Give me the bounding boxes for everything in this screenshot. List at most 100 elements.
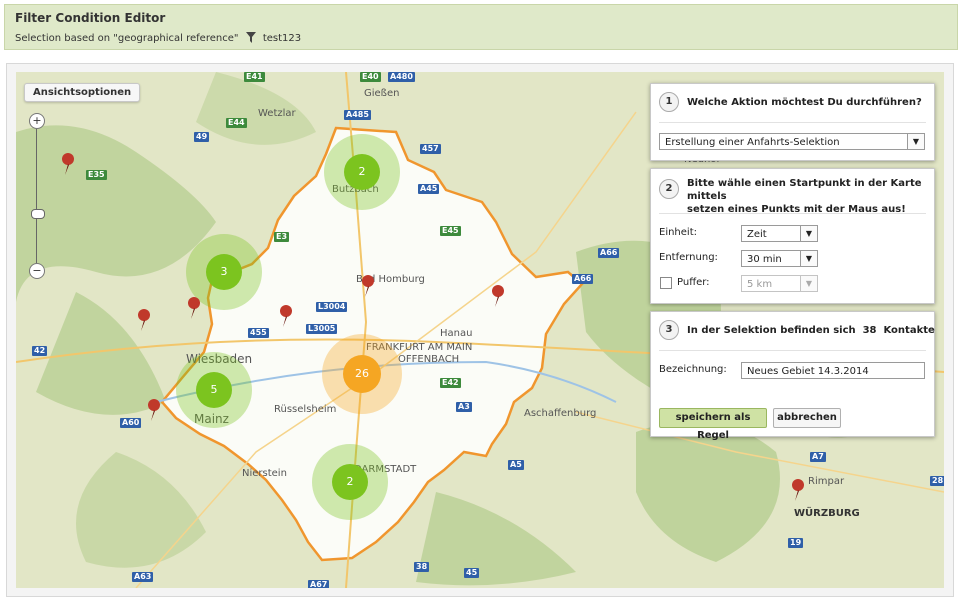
road-shield: E44 <box>226 118 247 128</box>
road-shield: A480 <box>388 72 415 82</box>
editor-subtitle: Selection based on "geographical referen… <box>15 32 301 46</box>
filter-name: test123 <box>262 33 302 44</box>
zoom-slider-handle[interactable] <box>31 209 45 219</box>
divider <box>659 213 926 214</box>
place-label: WÜRZBURG <box>794 508 860 519</box>
step-number: 1 <box>659 92 679 112</box>
road-shield: A63 <box>132 572 154 582</box>
road-shield: 42 <box>32 346 48 356</box>
place-label: Nierstein <box>242 468 287 479</box>
place-label: Aschaffenburg <box>524 408 597 419</box>
unit-label: Einheit: <box>659 227 697 238</box>
road-shield: 455 <box>248 328 269 338</box>
filter-icon <box>245 32 256 46</box>
unit-select-value: Zeit <box>747 229 767 240</box>
action-panel-title: Welche Aktion möchtest Du durchführen? <box>687 97 922 108</box>
view-options-button[interactable]: Ansichtsoptionen <box>24 83 141 102</box>
divider <box>659 122 926 123</box>
buffer-select[interactable]: 5 km ▼ <box>741 275 818 292</box>
chevron-down-icon: ▼ <box>800 251 817 266</box>
chevron-down-icon: ▼ <box>800 226 817 241</box>
place-label: Gießen <box>364 88 400 99</box>
startpoint-panel-title: Bitte wähle einen Startpunkt in der Kart… <box>687 177 934 216</box>
map-pin-icon[interactable] <box>186 296 202 320</box>
road-shield: E3 <box>274 232 290 242</box>
road-shield: E45 <box>440 226 461 236</box>
divider <box>659 350 926 351</box>
cancel-button[interactable]: abbrechen <box>773 408 841 428</box>
selection-count-text: In der Selektion befinden sich 38 Kontak… <box>687 325 935 336</box>
road-shield: E41 <box>244 72 265 82</box>
action-select-value: Erstellung einer Anfahrts-Selektion <box>665 137 840 148</box>
road-shield: A485 <box>344 110 371 120</box>
map-pin-icon[interactable] <box>146 398 162 422</box>
place-label: Rimpar <box>808 476 845 487</box>
cluster-marker[interactable]: 5 <box>176 352 252 428</box>
startpoint-title-line1: Bitte wähle einen Startpunkt in der Kart… <box>687 178 922 202</box>
map-pin-icon[interactable] <box>490 284 506 308</box>
cluster-marker[interactable]: 26 <box>322 334 402 414</box>
step-number: 3 <box>659 320 679 340</box>
cluster-marker[interactable]: 2 <box>324 134 400 210</box>
road-shield: 457 <box>420 144 441 154</box>
map-pin-icon[interactable] <box>60 152 76 176</box>
action-select[interactable]: Erstellung einer Anfahrts-Selektion ▼ <box>659 133 925 150</box>
zoom-slider-track[interactable] <box>36 129 37 263</box>
road-shield: A60 <box>120 418 142 428</box>
unit-select[interactable]: Zeit ▼ <box>741 225 818 242</box>
road-shield: 28 <box>930 476 944 486</box>
cluster-count: 2 <box>344 154 380 190</box>
chevron-down-icon: ▼ <box>800 276 817 291</box>
cluster-count: 3 <box>206 254 242 290</box>
road-shield: A7 <box>810 452 826 462</box>
road-shield: E40 <box>360 72 381 82</box>
road-shield: 19 <box>788 538 804 548</box>
road-shield: A5 <box>508 460 524 470</box>
place-label: OFFENBACH <box>398 354 460 365</box>
road-shield: A66 <box>598 248 620 258</box>
cluster-count: 26 <box>343 355 381 393</box>
name-label: Bezeichnung: <box>659 364 727 375</box>
startpoint-panel: 2 Bitte wähle einen Startpunkt in der Ka… <box>650 168 935 304</box>
road-shield: A45 <box>418 184 440 194</box>
road-shield: A66 <box>572 274 594 284</box>
editor-header: Filter Condition Editor Selection based … <box>4 4 958 50</box>
road-shield: E42 <box>440 378 461 388</box>
cluster-count: 2 <box>332 464 368 500</box>
save-as-rule-button[interactable]: speichern als Regel <box>659 408 767 441</box>
place-label: Wetzlar <box>258 108 296 119</box>
zoom-out-button[interactable]: − <box>29 263 45 279</box>
place-label: Rüsselsheim <box>274 404 337 415</box>
cluster-count: 5 <box>196 372 232 408</box>
road-shield: L3005 <box>306 324 338 334</box>
selection-panel: 3 In der Selektion befinden sich 38 Kont… <box>650 311 935 441</box>
map-pin-icon[interactable] <box>790 478 806 502</box>
map-pin-icon[interactable] <box>360 274 376 298</box>
name-input[interactable]: Neues Gebiet 14.3.2014 <box>741 362 925 379</box>
cluster-marker[interactable]: 2 <box>312 444 388 520</box>
road-shield: A67 <box>308 580 330 588</box>
map-pin-icon[interactable] <box>278 304 294 328</box>
editor-title: Filter Condition Editor <box>15 11 166 25</box>
road-shield: A3 <box>456 402 472 412</box>
distance-select[interactable]: 30 min ▼ <box>741 250 818 267</box>
zoom-control: + − <box>29 113 45 279</box>
road-shield: E35 <box>86 170 107 180</box>
selection-basis-text: Selection based on "geographical referen… <box>15 33 239 44</box>
road-shield: 38 <box>414 562 430 572</box>
chevron-down-icon: ▼ <box>907 134 924 149</box>
road-shield: 45 <box>464 568 480 578</box>
zoom-in-button[interactable]: + <box>29 113 45 129</box>
step-number: 2 <box>659 179 679 199</box>
place-label: Hanau <box>440 328 473 339</box>
buffer-select-value: 5 km <box>747 279 773 290</box>
road-shield: 49 <box>194 132 210 142</box>
action-panel: 1 Welche Aktion möchtest Du durchführen?… <box>650 83 935 161</box>
map-pin-icon[interactable] <box>136 308 152 332</box>
road-shield: L3004 <box>316 302 348 312</box>
startpoint-title-line2: setzen eines Punkts mit der Maus aus! <box>687 204 906 215</box>
buffer-label: Puffer: <box>677 277 710 288</box>
buffer-checkbox[interactable] <box>660 277 672 289</box>
distance-select-value: 30 min <box>747 254 782 265</box>
distance-label: Entfernung: <box>659 252 718 263</box>
